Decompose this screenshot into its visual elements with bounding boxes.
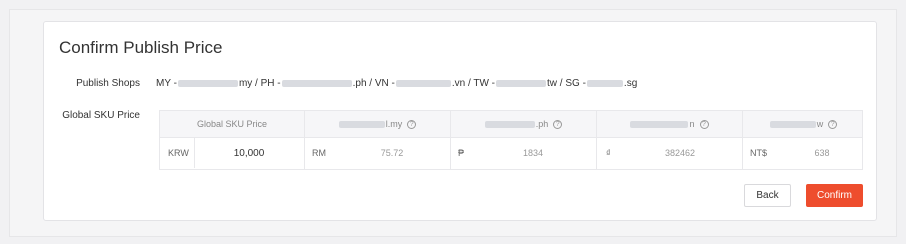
global-sku-price-label: Global SKU Price: [62, 110, 140, 121]
column-divider: [450, 111, 451, 169]
shop-ph-suffix: .ph / VN -: [352, 78, 395, 89]
my-price-value: 75.72: [380, 148, 404, 158]
redacted-shop-name: [586, 80, 623, 87]
redacted-shop-name: [338, 120, 385, 128]
vn-currency: ₫: [606, 148, 611, 158]
confirm-button[interactable]: Confirm: [806, 184, 863, 207]
column-header-global: Global SKU Price: [160, 111, 304, 138]
column-header-label: n: [689, 119, 695, 129]
column-header-tw: w ?: [742, 111, 862, 138]
shop-tw-suffix: tw / SG -: [547, 78, 586, 89]
redacted-shop-name: [484, 120, 535, 128]
tw-price-value: 638: [814, 148, 830, 158]
redacted-shop-name: [630, 120, 689, 128]
column-header-vn: n ?: [596, 111, 742, 138]
column-divider: [742, 111, 743, 169]
dialog-title: Confirm Publish Price: [59, 38, 223, 57]
publish-shops-list: MY - my / PH - .ph / VN - .vn / TW - tw …: [156, 78, 637, 89]
redacted-shop-name: [496, 80, 547, 87]
my-currency: RM: [312, 148, 326, 158]
vn-price-value: 382462: [664, 148, 696, 158]
redacted-shop-name: [395, 80, 451, 87]
redacted-shop-name: [281, 80, 352, 87]
shop-my-prefix: MY -: [156, 78, 177, 89]
help-icon[interactable]: ?: [828, 119, 838, 129]
help-icon[interactable]: ?: [407, 119, 417, 129]
global-price-value: 10,000: [233, 147, 265, 159]
tw-currency: NT$: [750, 148, 768, 158]
help-icon[interactable]: ?: [699, 119, 709, 129]
shop-my-suffix: my / PH -: [238, 78, 281, 89]
redacted-shop-name: [769, 120, 816, 128]
column-header-ph: .ph ?: [450, 111, 596, 138]
column-header-label: .ph: [535, 119, 549, 129]
redacted-shop-name: [177, 80, 238, 87]
confirm-publish-price-dialog: Confirm Publish Price Publish Shops MY -…: [43, 21, 877, 221]
ph-currency: ₱: [458, 148, 465, 158]
back-button[interactable]: Back: [744, 184, 791, 207]
shop-sg-suffix: .sg: [623, 78, 638, 89]
column-divider: [304, 111, 305, 169]
column-header-my: l.my ?: [304, 111, 450, 138]
column-header-label: Global SKU Price: [196, 119, 268, 129]
shop-vn-suffix: .vn / TW -: [451, 78, 496, 89]
price-table: Global SKU Price l.my ? .ph ? n ? w ? KR…: [159, 110, 863, 170]
column-header-label: l.my: [385, 119, 403, 129]
column-header-label: w: [816, 119, 824, 129]
publish-shops-label: Publish Shops: [76, 78, 140, 89]
help-icon[interactable]: ?: [553, 119, 563, 129]
ph-price-value: 1834: [522, 148, 544, 158]
column-divider: [596, 111, 597, 169]
